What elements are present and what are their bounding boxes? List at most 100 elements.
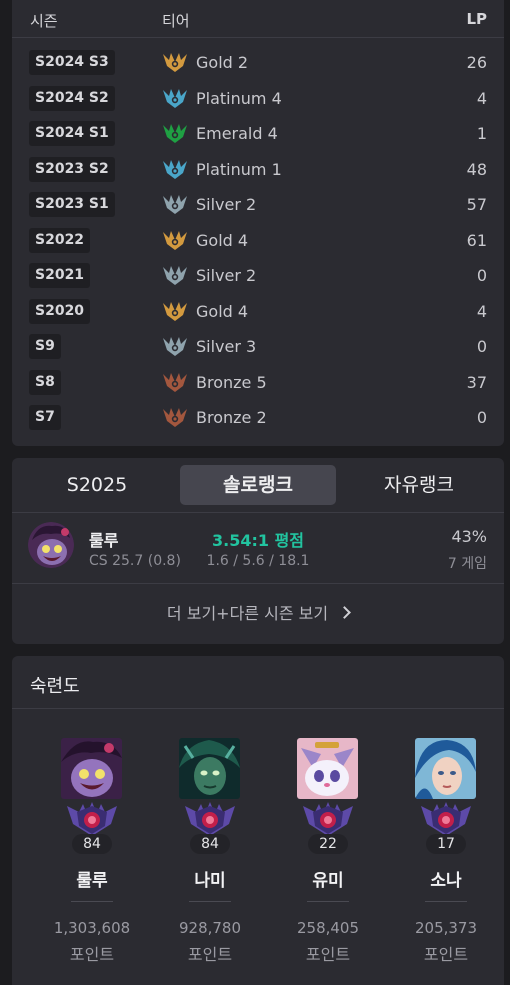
tab-solo-rank[interactable]: 솔로랭크 [180, 465, 336, 505]
mastery-emblem-icon [419, 802, 473, 836]
divider [71, 901, 113, 902]
lp-value: 26 [466, 53, 487, 72]
mastery-points-unit: 포인트 [423, 945, 469, 964]
tier-emblem-icon [162, 193, 188, 215]
tier-emblem-icon [162, 87, 188, 109]
champion-stat-row[interactable]: 룰루 CS 25.7 (0.8) 3.54:1 평점 1.6 / 5.6 / 1… [12, 514, 504, 584]
season-badge: S2024 S1 [29, 121, 115, 146]
season-badge: S2020 [29, 298, 91, 324]
queue-tabs: S2025 솔로랭크 자유랭크 [12, 458, 504, 513]
tier-emblem-icon [162, 406, 188, 428]
tier-emblem-icon [162, 158, 188, 180]
season-row: S2022 Gold 4 61 [12, 222, 504, 257]
mastery-level: 22 [308, 834, 348, 854]
more-seasons-link[interactable]: 더 보기+다른 시즌 보기 [12, 584, 504, 644]
champion-portrait [61, 738, 122, 799]
season-row: S7 Bronze 2 0 [12, 399, 504, 434]
champion-portrait [179, 738, 240, 799]
season-badge: S2023 S2 [29, 156, 115, 182]
lp-value: 61 [466, 230, 487, 250]
mastery-points-unit: 포인트 [69, 945, 115, 964]
mastery-emblem-icon [65, 802, 119, 836]
mastery-points: 258,405 [296, 919, 360, 937]
mastery-champion-name: 룰루 [76, 871, 108, 891]
lp-value: 1 [476, 124, 487, 143]
mastery-level: 84 [72, 834, 112, 854]
season-row: S9 Silver 3 0 [12, 328, 504, 363]
divider [189, 901, 231, 902]
tab-season[interactable]: S2025 [23, 465, 171, 505]
season-badge: S8 [29, 369, 61, 395]
mastery-header: 숙련도 [12, 656, 504, 709]
tier-emblem-icon [162, 264, 188, 286]
lp-column-header: LP [466, 10, 487, 28]
mastery-champion-name: 소나 [430, 871, 462, 891]
mastery-title: 숙련도 [30, 676, 80, 697]
mastery-champion-name: 나미 [194, 871, 226, 891]
lp-value: 48 [466, 159, 487, 179]
tier-emblem-icon [162, 51, 188, 73]
tier-name: Bronze 5 [196, 372, 267, 392]
champion-portrait [415, 738, 476, 799]
season-row: S2023 S1 Silver 2 57 [12, 186, 504, 221]
lp-value: 4 [476, 88, 487, 108]
season-row: S2023 S2 Platinum 1 48 [12, 151, 504, 186]
lp-value: 0 [476, 408, 487, 427]
tier-name: Platinum 4 [196, 88, 282, 108]
season-badge: S2021 [29, 263, 91, 288]
tier-name: Platinum 1 [196, 159, 282, 179]
season-column-header: 시즌 [30, 12, 58, 30]
chevron-right-icon [338, 606, 351, 619]
tier-emblem-icon [162, 371, 188, 393]
tier-name: Silver 2 [196, 195, 257, 214]
champion-games: 7 게임 [447, 556, 487, 572]
mastery-points: 1,303,608 [53, 919, 131, 937]
mastery-points: 928,780 [178, 919, 242, 937]
season-row: S2024 S1 Emerald 4 1 [12, 115, 504, 150]
tier-name: Gold 4 [196, 301, 249, 321]
tier-column-header: 티어 [162, 12, 190, 30]
kda-detail: 1.6 / 5.6 / 18.1 [206, 553, 310, 569]
mastery-level: 17 [426, 834, 466, 854]
lp-value: 0 [476, 337, 487, 356]
tier-name: Silver 3 [196, 337, 257, 356]
ranked-summary-card: S2025 솔로랭크 자유랭크 룰루 CS 25.7 (0.8) 3.54:1 … [12, 458, 504, 644]
lp-value: 4 [476, 301, 487, 321]
tier-emblem-icon [162, 122, 188, 144]
season-badge: S2022 [29, 227, 91, 253]
tier-emblem-icon [162, 335, 188, 357]
mastery-emblem-icon [183, 802, 237, 836]
season-badge: S2024 S3 [29, 50, 115, 75]
champion-winrate: 43% [451, 527, 487, 546]
tier-emblem-icon [162, 229, 188, 251]
mastery-card: 숙련도 84 룰루 1,303,608 포인트 84 나미 928,780 포인… [12, 656, 504, 985]
champion-portrait [297, 738, 358, 799]
lp-value: 37 [466, 372, 487, 392]
season-badge: S7 [29, 405, 61, 430]
season-row: S8 Bronze 5 37 [12, 364, 504, 399]
lp-value: 57 [466, 195, 487, 214]
season-history-header: 시즌 티어 LP [12, 0, 504, 38]
season-row: S2024 S2 Platinum 4 4 [12, 80, 504, 115]
mastery-champion-name: 유미 [312, 871, 344, 891]
tier-name: Emerald 4 [196, 124, 278, 143]
season-badge: S9 [29, 334, 61, 359]
divider [425, 901, 467, 902]
tier-name: Gold 2 [196, 53, 249, 72]
mastery-points-unit: 포인트 [187, 945, 233, 964]
season-row: S2024 S3 Gold 2 26 [12, 44, 504, 79]
tier-emblem-icon [162, 300, 188, 322]
lp-value: 0 [476, 266, 487, 285]
tier-name: Gold 4 [196, 230, 249, 250]
season-row: S2021 Silver 2 0 [12, 257, 504, 292]
mastery-level: 84 [190, 834, 230, 854]
more-seasons-label: 더 보기+다른 시즌 보기 [166, 604, 329, 623]
divider [307, 901, 349, 902]
mastery-points: 205,373 [414, 919, 478, 937]
tab-flex-rank[interactable]: 자유랭크 [345, 465, 493, 505]
mastery-emblem-icon [301, 802, 355, 836]
season-badge: S2023 S1 [29, 192, 115, 217]
tier-name: Bronze 2 [196, 408, 267, 427]
tier-name: Silver 2 [196, 266, 257, 285]
kda-ratio: 3.54:1 평점 [211, 531, 305, 550]
